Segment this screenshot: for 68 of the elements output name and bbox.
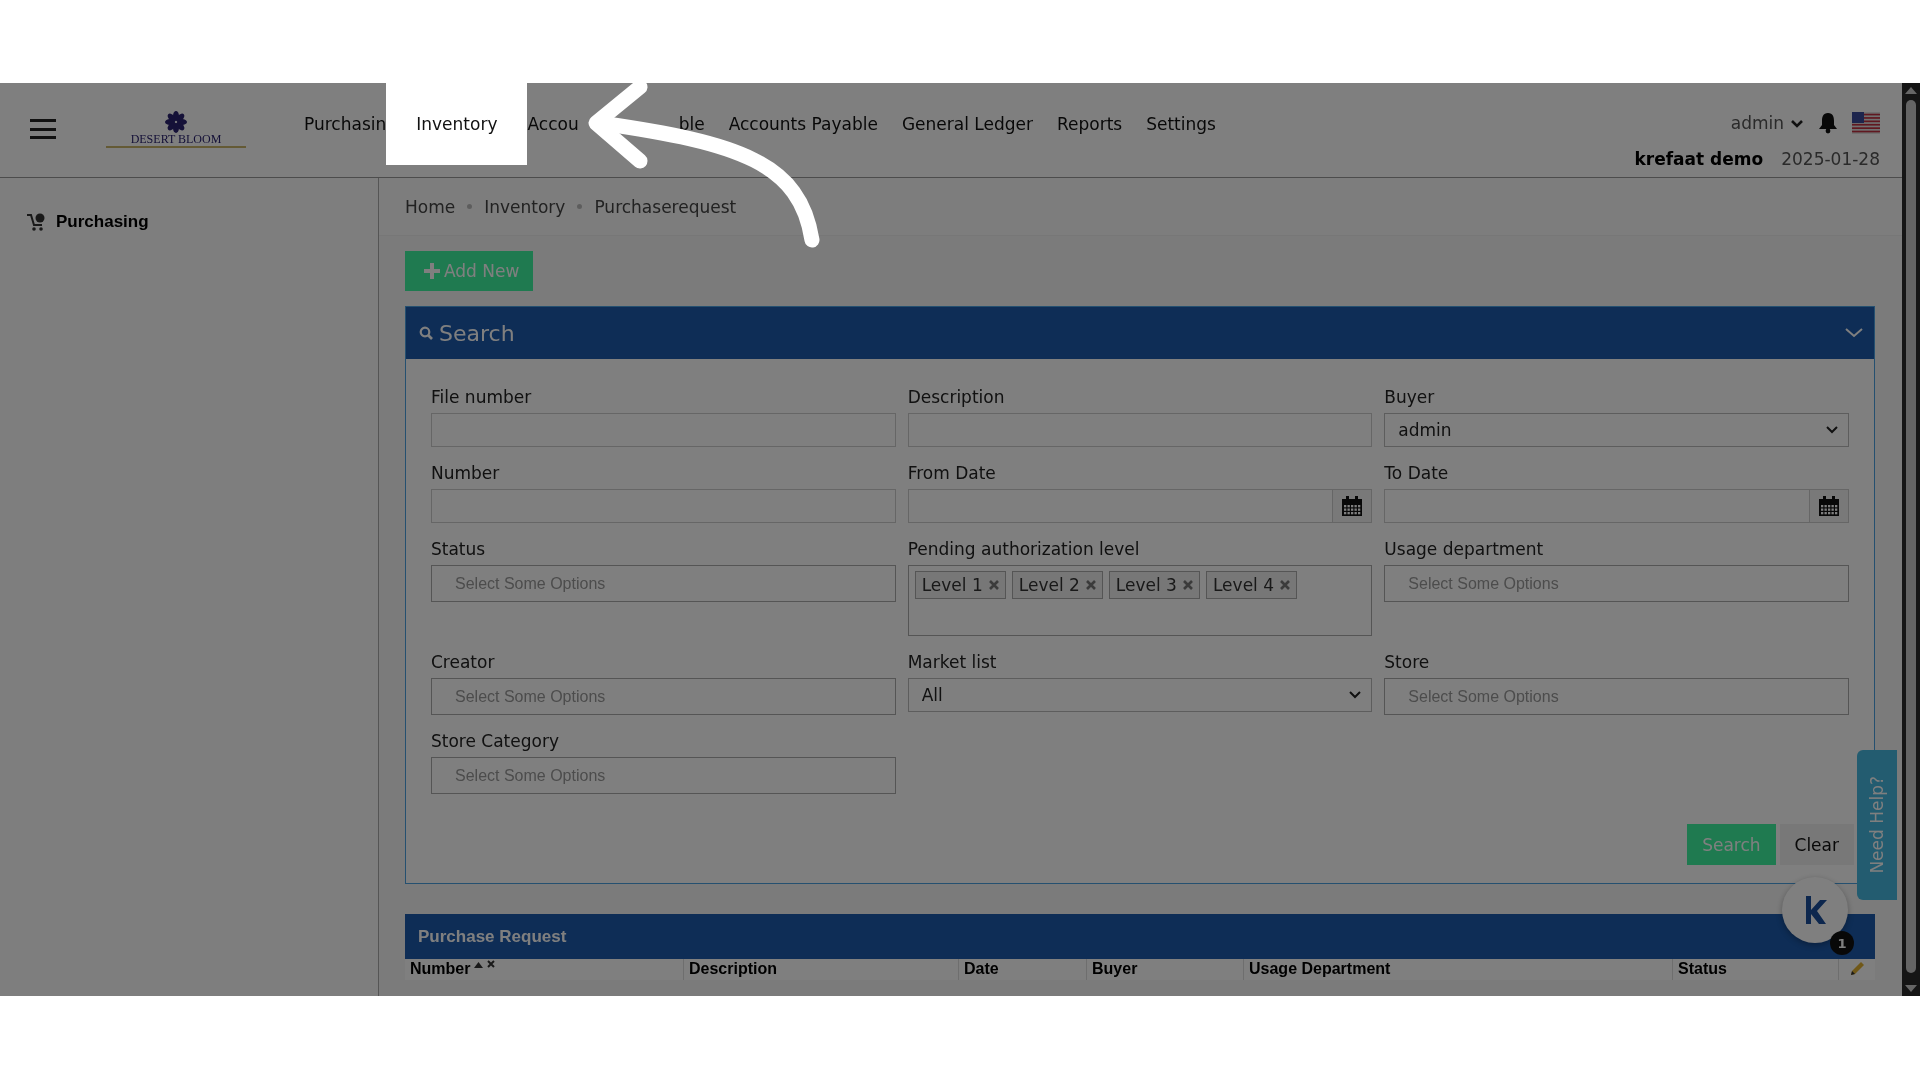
search-icon <box>419 326 433 340</box>
flower-icon <box>165 111 187 133</box>
field-label: Pending authorization level <box>907 539 1141 559</box>
bell-icon[interactable] <box>1818 112 1838 134</box>
plus-icon <box>424 263 440 279</box>
breadcrumb-link[interactable]: Purchaserequest <box>594 196 737 217</box>
dropdown[interactable]: admin <box>1384 413 1849 447</box>
column-header[interactable]: Buyer <box>1087 959 1244 980</box>
logo[interactable]: DESERT BLOOM <box>106 111 246 148</box>
column-header[interactable]: Usage Department <box>1244 959 1673 980</box>
column-header[interactable]: Status <box>1673 959 1839 980</box>
field-label: Creator <box>431 652 496 672</box>
date-field[interactable] <box>907 489 1373 523</box>
close-icon <box>1182 580 1193 590</box>
tag-chip[interactable]: Level 1 <box>914 571 1006 599</box>
pencil-icon <box>1848 960 1866 978</box>
field-label: Usage department <box>1384 539 1545 559</box>
nav-item[interactable]: Settings <box>1134 83 1228 165</box>
field-label: Status <box>431 539 487 559</box>
chevron-down-icon <box>1790 117 1804 129</box>
calendar-icon <box>1341 495 1364 517</box>
nav-item[interactable]: General Ledger <box>889 83 1045 165</box>
nav-item[interactable]: Reports <box>1044 83 1135 165</box>
field-label: Market list <box>907 652 998 672</box>
field-label: Description <box>907 387 1006 407</box>
cart-icon <box>26 212 46 232</box>
close-icon <box>1280 580 1291 590</box>
column-header[interactable]: Description <box>684 959 959 980</box>
sidebar-item[interactable]: Purchasing <box>26 212 378 232</box>
scrollbar[interactable] <box>1902 83 1920 996</box>
calendar-button[interactable] <box>1332 490 1372 522</box>
text-field[interactable] <box>431 413 896 447</box>
breadcrumb-link[interactable]: Inventory <box>484 196 566 217</box>
clear-button[interactable]: Clear <box>1779 824 1854 865</box>
chevron-down-icon <box>1349 691 1362 699</box>
field-label: From Date <box>907 463 997 483</box>
tag-chip[interactable]: Level 4 <box>1205 571 1298 599</box>
breadcrumb-link[interactable]: Home <box>405 196 456 217</box>
calendar-icon <box>1818 495 1840 517</box>
column-header[interactable]: Number <box>405 959 684 980</box>
nav-item[interactable]: Accounts Payable <box>716 83 890 165</box>
close-icon <box>988 580 999 590</box>
panel-header[interactable]: Search <box>406 307 1874 359</box>
field-label: File number <box>431 387 533 407</box>
field-label: Buyer <box>1384 387 1436 407</box>
logo-text: DESERT BLOOM <box>130 133 222 146</box>
chevron-down-icon <box>1826 426 1838 434</box>
user-menu[interactable]: admin <box>1730 113 1804 133</box>
date-field[interactable] <box>1384 489 1849 523</box>
field-label: Store Category <box>431 731 560 751</box>
company-name: krefaat demo <box>1634 149 1764 169</box>
field-label: Number <box>431 463 501 483</box>
flag-icon[interactable] <box>1852 112 1880 134</box>
nav-item[interactable]: Inventory <box>386 83 528 165</box>
text-field[interactable] <box>907 413 1373 447</box>
field-label: To Date <box>1384 463 1450 483</box>
tag-chip[interactable]: Level 3 <box>1108 571 1200 599</box>
calendar-button[interactable] <box>1809 490 1848 522</box>
menu-icon[interactable] <box>30 119 56 139</box>
multiselect-field[interactable]: Level 1 Level 2 Level 3 Level 4 <box>907 565 1373 636</box>
text-field[interactable] <box>431 489 896 523</box>
column-header[interactable]: Date <box>959 959 1087 980</box>
panel-title: Search <box>439 320 515 346</box>
current-date: 2025-01-28 <box>1781 149 1880 169</box>
field-label: Store <box>1384 652 1431 672</box>
close-icon <box>1085 580 1096 590</box>
dropdown[interactable]: All <box>907 678 1373 712</box>
tag-chip[interactable]: Level 2 <box>1011 571 1103 599</box>
